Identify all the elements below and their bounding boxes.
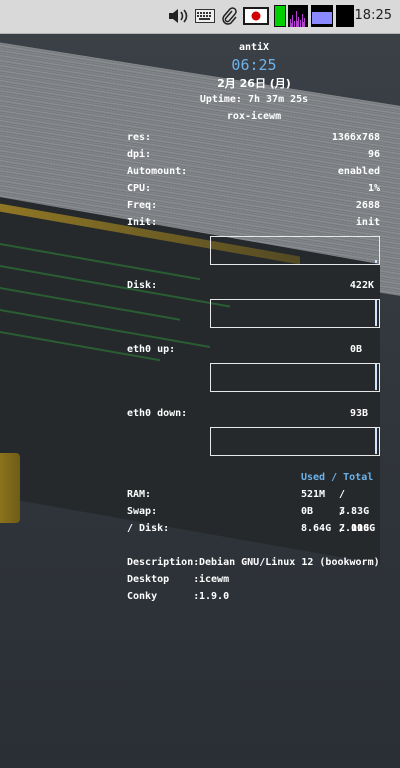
stat-row-automount: Automount: enabled <box>127 163 381 180</box>
info-value: Debian GNU/Linux 12 (bookworm) <box>199 557 380 568</box>
stat-row-cpu: CPU: 1% <box>127 180 381 197</box>
usage-table: Used / Total RAM: 521M/ 3.83G Swap: 0B/ 2.… <box>127 469 381 537</box>
eth-up-row-container: eth0 up: 0B <box>127 341 381 358</box>
info-label: Conky : <box>127 591 200 602</box>
usage-used: 521M <box>301 489 326 500</box>
stat-value: enabled <box>337 166 380 177</box>
stat-row-init: Init: init <box>127 214 381 231</box>
conky-date: 2月 26日 (月) <box>217 77 291 90</box>
stat-value: init <box>355 217 380 228</box>
conky-session: rox-icewm <box>226 111 282 122</box>
stat-label: Freq: <box>127 200 158 211</box>
stat-label: eth0 down: <box>127 408 188 419</box>
usage-header: Used / Total <box>301 472 374 483</box>
stat-row-disk: Disk: 422K <box>127 277 381 294</box>
system-info: Description: Debian GNU/Linux 12 (bookwor… <box>127 554 392 605</box>
workspace-icon[interactable] <box>336 5 354 27</box>
stat-value: 1366x768 <box>331 132 380 143</box>
distro-name: antiX <box>238 42 270 53</box>
wallpaper-brass-object <box>0 453 20 523</box>
usage-row-ram: RAM: 521M/ 3.83G <box>127 486 381 517</box>
usage-label: Swap: <box>127 506 158 517</box>
info-row-description: Description: Debian GNU/Linux 12 (bookwor… <box>127 554 392 571</box>
stat-label: Disk: <box>127 280 158 291</box>
info-row-conky: Conky :1.9.0 <box>127 588 392 605</box>
stat-value: 422K <box>349 280 374 291</box>
taskbar: 18:25 <box>0 0 400 34</box>
stat-row-freq: Freq: 2688 <box>127 197 381 214</box>
info-label: Description: <box>127 557 200 568</box>
stat-label: Automount: <box>127 166 188 177</box>
conky-uptime: Uptime: 7h 37m 25s <box>199 94 309 105</box>
stat-row-eth0-up: eth0 up: 0B <box>127 341 381 358</box>
disk-row-container: Disk: 422K <box>127 277 381 294</box>
cpu-monitor-icon[interactable] <box>274 5 286 27</box>
stat-row-dpi: dpi: 96 <box>127 146 381 163</box>
usage-used: 8.64G <box>301 523 332 534</box>
eth-down-row-container: eth0 down: 93B <box>127 405 381 422</box>
info-value: 1.9.0 <box>199 591 230 602</box>
usage-row-disk: / Disk: 8.64G / 118G <box>127 520 381 537</box>
japan-flag-icon[interactable] <box>243 5 269 27</box>
network-monitor-icon[interactable] <box>288 5 308 27</box>
stat-value: 93B <box>349 408 368 419</box>
eth0-up-graph <box>210 363 380 392</box>
stat-value: 96 <box>367 149 380 160</box>
memory-monitor-icon[interactable] <box>311 5 333 27</box>
stat-label: res: <box>127 132 152 143</box>
usage-label: / Disk: <box>127 523 170 534</box>
keyboard-icon[interactable] <box>194 5 216 27</box>
stat-row-eth0-down: eth0 down: 93B <box>127 405 381 422</box>
taskbar-clock[interactable]: 18:25 <box>355 8 392 23</box>
info-row-desktop: Desktop : icewm <box>127 571 392 588</box>
info-value: icewm <box>199 574 230 585</box>
stat-value: 2688 <box>355 200 380 211</box>
usage-label: RAM: <box>127 489 152 500</box>
stat-row-res: res: 1366x768 <box>127 129 381 146</box>
info-label: Desktop : <box>127 574 200 585</box>
stat-label: eth0 up: <box>127 344 176 355</box>
eth0-down-graph <box>210 427 380 456</box>
usage-used: 0B <box>301 506 314 517</box>
stat-label: dpi: <box>127 149 152 160</box>
stat-value: 1% <box>367 183 380 194</box>
conky-system-monitor: antiX 06:25 2月 26日 (月) Uptime: 7h 37m 25… <box>127 40 381 231</box>
volume-icon[interactable] <box>166 5 190 27</box>
disk-graph <box>210 299 380 328</box>
stat-label: CPU: <box>127 183 152 194</box>
conky-time: 06:25 <box>231 56 277 74</box>
stat-value: 0B <box>349 344 362 355</box>
paperclip-icon[interactable] <box>220 5 238 27</box>
usage-total: / 118G <box>339 523 376 534</box>
usage-row-swap: Swap: 0B/ 2.00G <box>127 503 381 534</box>
stat-label: Init: <box>127 217 158 228</box>
cpu-graph <box>210 236 380 265</box>
